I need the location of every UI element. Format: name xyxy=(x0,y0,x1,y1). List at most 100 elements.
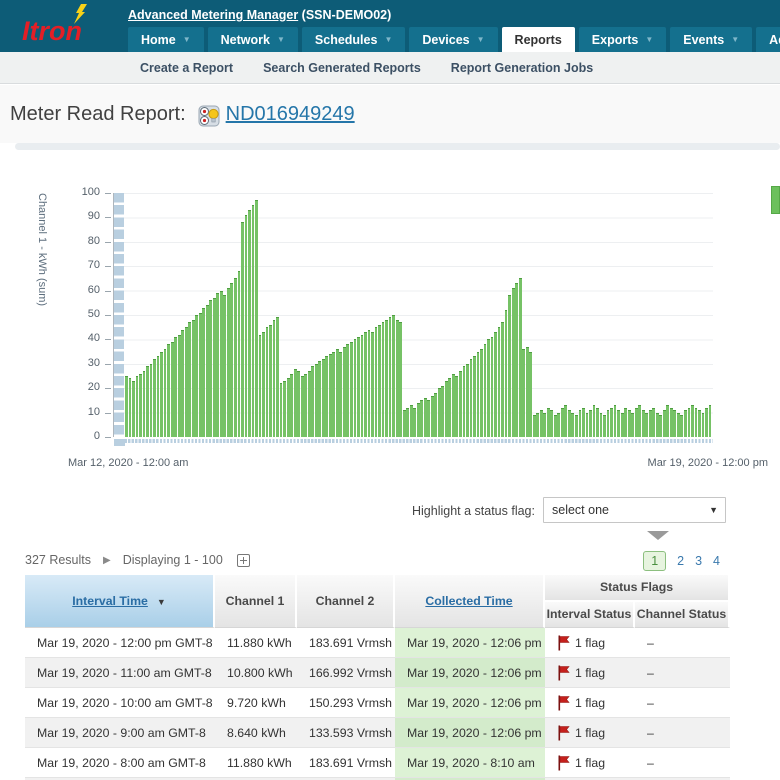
collapse-handle-icon[interactable] xyxy=(647,531,669,540)
y-tick-mark xyxy=(105,217,111,218)
chart-bar xyxy=(266,327,269,437)
chart-bar xyxy=(498,327,501,437)
col-header-channel-status[interactable]: Channel Status xyxy=(635,602,730,629)
cell-interval-status[interactable]: 1 flag xyxy=(545,628,635,658)
subnav-link-create-a-report[interactable]: Create a Report xyxy=(140,61,233,75)
page-link-3[interactable]: 3 xyxy=(695,554,702,568)
cell-channel-2: 166.992 Vrmsh xyxy=(297,658,395,688)
chart-bar xyxy=(652,408,655,437)
flag-count-label: 1 flag xyxy=(575,666,605,680)
chart-bar xyxy=(550,410,553,437)
chart-bar xyxy=(600,413,603,437)
cell-interval-status[interactable]: 1 flag xyxy=(545,688,635,718)
chart-bar xyxy=(624,408,627,437)
expand-table-icon[interactable] xyxy=(237,554,250,567)
y-tick-label: 50 xyxy=(60,308,100,320)
chart-x-end-label: Mar 19, 2020 - 12:00 pm xyxy=(648,457,768,469)
chart-bar xyxy=(178,335,181,437)
tab-events[interactable]: Events▼ xyxy=(670,27,752,52)
chart-bar xyxy=(255,200,258,437)
chart-bar xyxy=(308,371,311,437)
chart-bar xyxy=(526,347,529,437)
app-title: Advanced Metering Manager (SSN-DEMO02) xyxy=(128,8,391,22)
tab-reports[interactable]: Reports xyxy=(502,27,575,52)
meter-id-link[interactable]: ND016949249 xyxy=(226,103,355,126)
chart-bar xyxy=(417,403,420,437)
tab-schedules[interactable]: Schedules▼ xyxy=(302,27,405,52)
tab-network[interactable]: Network▼ xyxy=(208,27,298,52)
chart-bar xyxy=(301,376,304,437)
col-header-channel-1[interactable]: Channel 1 xyxy=(215,575,297,628)
col-header-interval-status[interactable]: Interval Status xyxy=(545,602,635,629)
chart-bar xyxy=(649,410,652,437)
chart-bar xyxy=(354,339,357,437)
chart-bar xyxy=(385,320,388,437)
col-header-channel-2[interactable]: Channel 2 xyxy=(297,575,395,628)
chart-bar xyxy=(315,364,318,437)
pagination: 1234 xyxy=(643,551,720,571)
cell-channel-2: 133.593 Vrmsh xyxy=(297,718,395,748)
chart-bar xyxy=(536,413,539,437)
chart-bar xyxy=(136,376,139,437)
chart-bar xyxy=(705,408,708,437)
itron-logo: Itron xyxy=(14,8,119,48)
highlight-flag-select[interactable]: select one xyxy=(543,497,726,523)
chart-bar xyxy=(557,413,560,437)
cell-channel-status: – xyxy=(635,628,730,658)
flag-count-label: 1 flag xyxy=(575,636,605,650)
cell-interval-time: Mar 19, 2020 - 8:00 am GMT-8 xyxy=(25,748,215,778)
chart-bar xyxy=(484,344,487,437)
chart-highlight-column xyxy=(114,193,124,437)
chart-bar xyxy=(125,376,128,437)
chart-bar xyxy=(139,374,142,437)
chart-bar xyxy=(157,356,160,437)
chart-bar xyxy=(702,413,705,437)
y-tick-mark xyxy=(105,193,111,194)
chevron-down-icon: ▼ xyxy=(477,35,485,44)
cell-collected-time: Mar 19, 2020 - 12:06 pm xyxy=(395,658,545,688)
table-body: Mar 19, 2020 - 12:00 pm GMT-811.880 kWh1… xyxy=(25,628,730,780)
titlebar: Meter Read Report: ND016949249 xyxy=(0,85,780,143)
cell-interval-status[interactable]: 1 flag xyxy=(545,658,635,688)
chart-bar xyxy=(206,305,209,437)
red-flag-icon xyxy=(557,665,570,681)
meter-icon xyxy=(198,105,220,127)
chart-bar xyxy=(635,408,638,437)
page-link-4[interactable]: 4 xyxy=(713,554,720,568)
main-nav: Home▼Network▼Schedules▼Devices▼ReportsEx… xyxy=(128,27,780,52)
cell-interval-status[interactable]: 1 flag xyxy=(545,718,635,748)
col-header-interval-time[interactable]: Interval Time▼ xyxy=(25,575,215,628)
chart-bar xyxy=(287,378,290,437)
table-row: Mar 19, 2020 - 11:00 am GMT-810.800 kWh1… xyxy=(25,658,730,688)
chart-bar xyxy=(438,388,441,437)
col-header-collected-time[interactable]: Collected Time xyxy=(395,575,545,628)
chart-bar xyxy=(431,396,434,437)
chart-bar xyxy=(466,364,469,437)
subnav-link-report-generation-jobs[interactable]: Report Generation Jobs xyxy=(451,61,593,75)
chart-bar xyxy=(621,413,624,437)
y-tick-mark xyxy=(105,242,111,243)
scrollbar-thumb[interactable] xyxy=(771,186,780,214)
chart-bar xyxy=(167,344,170,437)
chart-bar xyxy=(522,349,525,437)
chart-bar xyxy=(220,291,223,437)
cell-interval-status[interactable]: 1 flag xyxy=(545,748,635,778)
cell-interval-time: Mar 19, 2020 - 12:00 pm GMT-8 xyxy=(25,628,215,658)
tab-admin[interactable]: Admin▼ xyxy=(756,27,780,52)
chart-bar xyxy=(642,410,645,437)
lightning-bolt-icon xyxy=(72,4,88,24)
chart-bar xyxy=(280,383,283,437)
chart-bar xyxy=(209,300,212,437)
subnav-link-search-generated-reports[interactable]: Search Generated Reports xyxy=(263,61,421,75)
app-title-link[interactable]: Advanced Metering Manager xyxy=(128,8,298,22)
y-tick-label: 30 xyxy=(60,357,100,369)
page-link-2[interactable]: 2 xyxy=(677,554,684,568)
tab-home[interactable]: Home▼ xyxy=(128,27,204,52)
tab-exports[interactable]: Exports▼ xyxy=(579,27,666,52)
chart-bar xyxy=(688,408,691,437)
chart-bar xyxy=(234,278,237,437)
page-link-1[interactable]: 1 xyxy=(643,551,666,571)
tab-devices[interactable]: Devices▼ xyxy=(409,27,497,52)
table-row: Mar 19, 2020 - 8:00 am GMT-811.880 kWh18… xyxy=(25,748,730,778)
chart-bar xyxy=(441,386,444,437)
